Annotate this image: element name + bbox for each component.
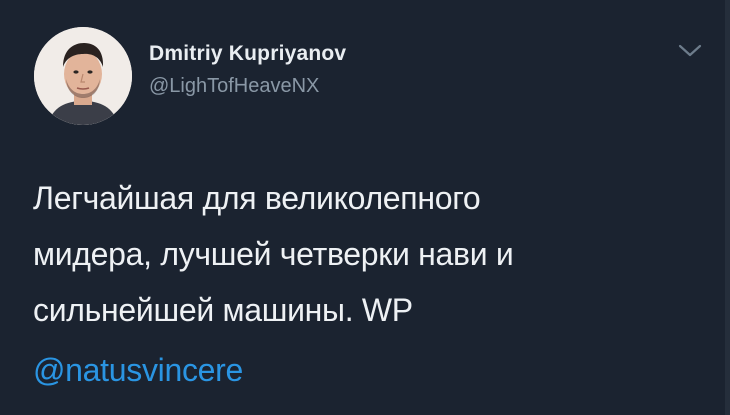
tweet-text-line: сильнейшей машины. WP: [33, 292, 413, 328]
author-display-name[interactable]: Dmitriy Kupriyanov: [149, 42, 346, 66]
avatar[interactable]: [34, 27, 132, 125]
tweet-text-line: мидера, лучшей четверки нави и: [33, 236, 514, 272]
chevron-down-icon[interactable]: [676, 40, 704, 62]
tweet-card: Dmitriy Kupriyanov @LighTofHeaveNX Легча…: [0, 0, 730, 415]
tweet-text-line: Легчайшая для великолепного: [33, 180, 481, 216]
author-handle[interactable]: @LighTofHeaveNX: [149, 75, 319, 98]
scrollbar[interactable]: [725, 0, 730, 415]
mention-link[interactable]: @natusvincere: [33, 342, 243, 398]
avatar-photo: [34, 27, 132, 125]
tweet-text: Легчайшая для великолепного мидера, лучш…: [33, 170, 673, 338]
